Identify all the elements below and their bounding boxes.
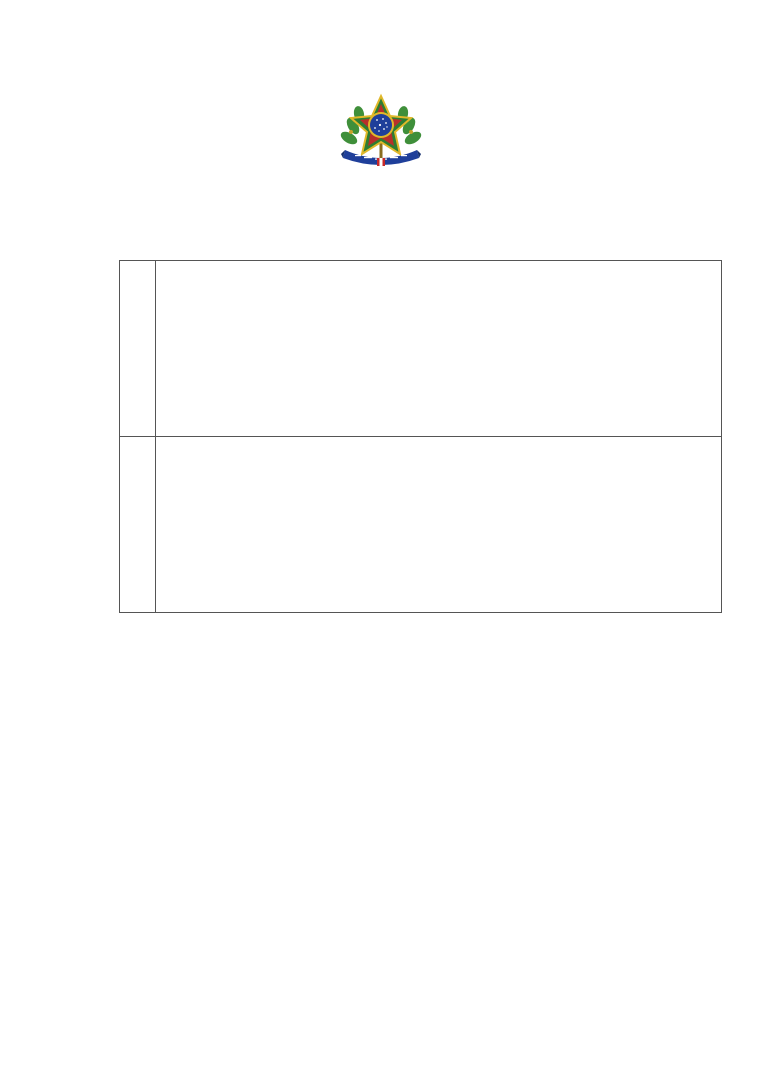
row-number-cell [120, 261, 156, 436]
form-table [119, 260, 722, 613]
table-row [120, 261, 721, 437]
table-row [120, 437, 721, 612]
row-content-cell [156, 437, 721, 612]
document-page [0, 0, 761, 1075]
brazil-coat-of-arms-icon [339, 92, 423, 170]
row-content-cell [156, 261, 721, 436]
row-number-cell [120, 437, 156, 612]
